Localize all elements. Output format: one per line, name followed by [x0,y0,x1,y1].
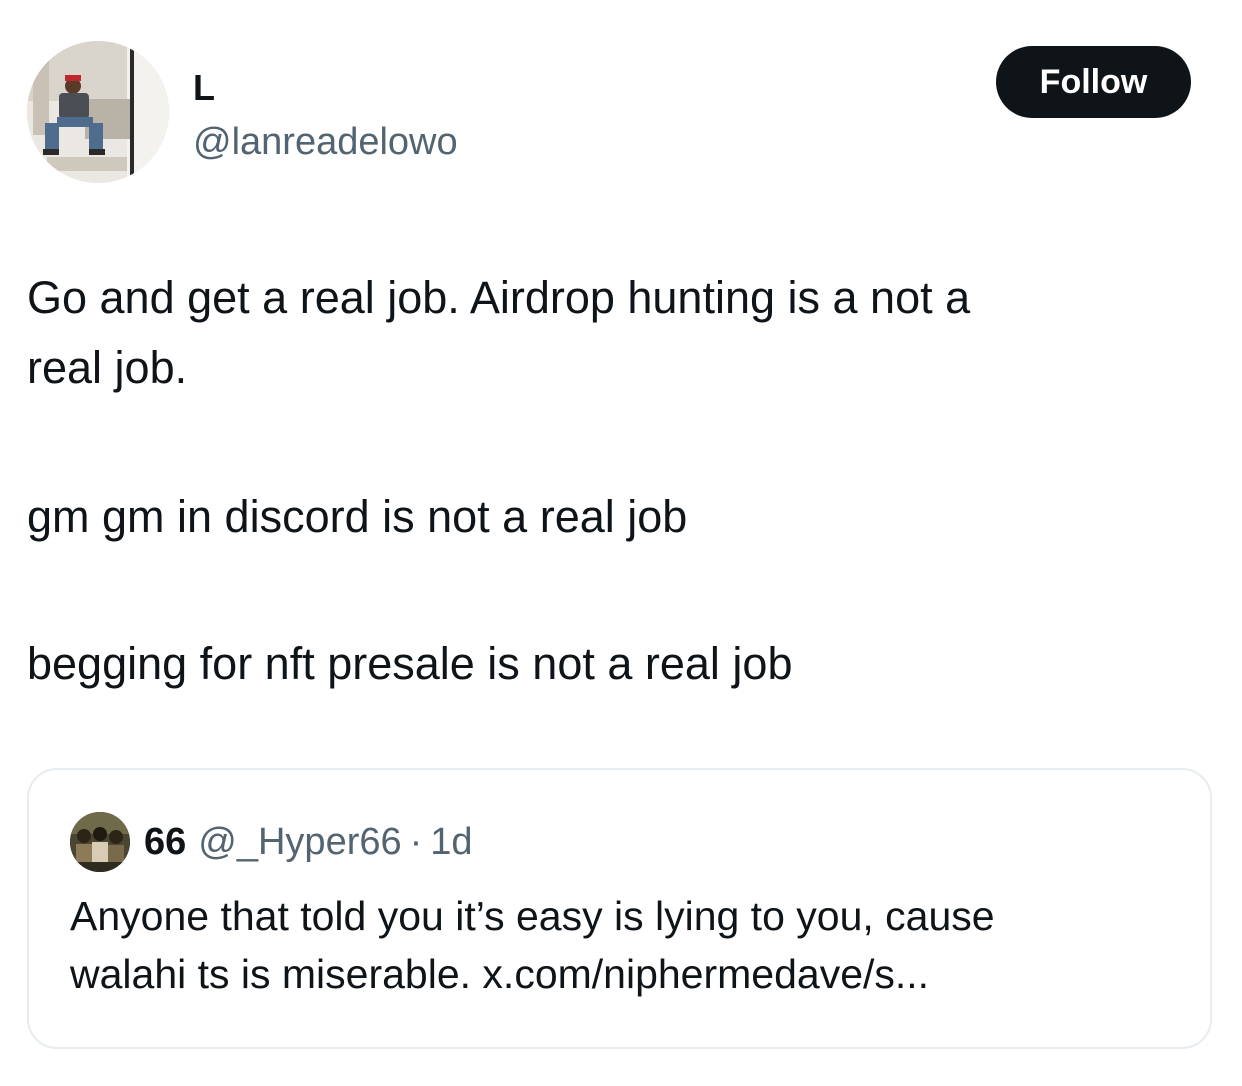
tweet-paragraph-2: gm gm in discord is not a real job [27,491,688,542]
quoted-tweet-line: Anyone that told you it’s easy is lying … [70,893,995,939]
quoted-author-avatar [70,812,130,872]
avatar-photo-icon [27,41,169,183]
tweet-paragraph-1: Go and get a real job. Airdrop hunting i… [27,263,970,403]
tweet-line: real job. [27,342,188,393]
quoted-tweet-line: walahi ts is miserable. x.com/niphermeda… [70,951,930,997]
quoted-tweet-card[interactable]: 66 @_Hyper66 · 1d Anyone that told you i… [27,768,1212,1049]
separator-dot: · [409,820,423,863]
author-display-name[interactable]: L [193,66,215,110]
follow-button[interactable]: Follow [996,46,1191,118]
group-photo-icon [70,812,130,872]
quoted-author-name: 66 [144,820,187,863]
quoted-tweet-header: 66 @_Hyper66 · 1d [144,814,473,870]
quoted-tweet-text: Anyone that told you it’s easy is lying … [70,887,995,1003]
tweet-line: Go and get a real job. Airdrop hunting i… [27,272,971,323]
quoted-tweet-time: 1d [430,820,473,863]
author-avatar[interactable] [27,41,169,183]
author-handle[interactable]: @lanreadelowo [193,118,458,166]
quoted-author-handle: @_Hyper66 [198,820,402,863]
tweet-paragraph-3: begging for nft presale is not a real jo… [27,638,793,689]
